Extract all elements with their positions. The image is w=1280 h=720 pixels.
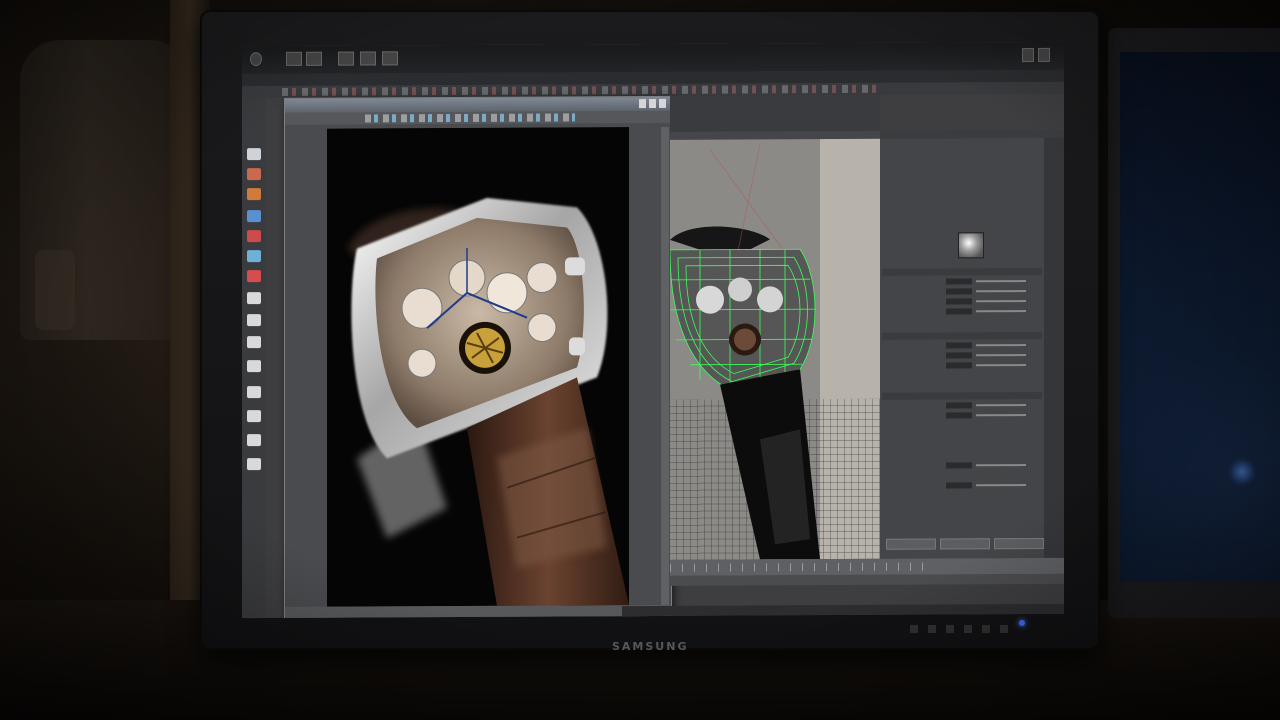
attr-row-11[interactable]: [884, 482, 1040, 490]
attr-slider[interactable]: [976, 464, 1026, 467]
close-icon[interactable]: [1038, 47, 1050, 62]
left-toolbox: [242, 98, 266, 619]
attr-slider[interactable]: [976, 280, 1026, 283]
scale-tool-icon[interactable]: [247, 250, 261, 263]
manipulator-tool-icon[interactable]: [247, 270, 261, 283]
attr-section-2[interactable]: [882, 331, 1042, 340]
material-swatch[interactable]: [958, 232, 984, 259]
attr-field[interactable]: [946, 288, 972, 295]
attr-slider[interactable]: [976, 310, 1026, 313]
layout-extra-icon[interactable]: [247, 458, 261, 471]
taskbar-button-2[interactable]: [306, 51, 322, 66]
attr-row-2[interactable]: [884, 288, 1040, 296]
monitor-control-buttons: [910, 625, 1010, 633]
layout-hypershade-icon[interactable]: [247, 410, 261, 423]
time-slider-ticks: [670, 562, 930, 572]
attr-row-8[interactable]: [884, 402, 1040, 410]
attr-field[interactable]: [946, 482, 972, 489]
rotate-tool-icon[interactable]: [247, 230, 261, 243]
render-canvas: [327, 127, 629, 607]
layout-four-icon[interactable]: [247, 314, 261, 327]
taskbar-button-1[interactable]: [286, 51, 302, 66]
select-tool-icon[interactable]: [247, 148, 261, 161]
attr-slider[interactable]: [976, 290, 1026, 293]
attr-row-6[interactable]: [884, 352, 1040, 360]
wireframe-watch-model: [670, 144, 820, 560]
attr-slider[interactable]: [976, 300, 1026, 303]
photo-scene: SAMSUNG: [0, 0, 1280, 720]
attr-row-3[interactable]: [884, 298, 1040, 306]
perspective-viewport[interactable]: [670, 138, 880, 560]
attr-row-4[interactable]: [884, 308, 1040, 316]
attr-button-2[interactable]: [940, 538, 990, 550]
attr-field[interactable]: [946, 342, 972, 349]
render-view-statusbar: [285, 604, 671, 619]
secondary-monitor-screen: [1120, 52, 1280, 582]
attr-section-3[interactable]: [882, 391, 1042, 400]
attr-row-10[interactable]: [884, 462, 1040, 470]
paint-tool-icon[interactable]: [247, 188, 261, 201]
attr-row-9[interactable]: [884, 412, 1040, 420]
attr-slider[interactable]: [976, 364, 1026, 367]
taskbar-button-4[interactable]: [360, 51, 376, 66]
attr-field[interactable]: [946, 352, 972, 359]
attr-button-1[interactable]: [886, 538, 936, 550]
start-orb-icon[interactable]: [250, 52, 262, 67]
attribute-editor-buttons: [886, 537, 1046, 550]
attr-slider[interactable]: [976, 484, 1026, 487]
app-titlebar: [242, 41, 1064, 75]
lasso-tool-icon[interactable]: [247, 168, 261, 181]
background-person-leg: [35, 250, 75, 330]
window-controls-icon[interactable]: [639, 98, 667, 109]
attr-slider[interactable]: [976, 404, 1026, 407]
rendered-watch-image: [327, 127, 629, 607]
attr-field[interactable]: [946, 278, 972, 285]
attr-slider[interactable]: [976, 354, 1026, 357]
layout-custom-icon[interactable]: [247, 434, 261, 447]
layout-graph-icon[interactable]: [247, 386, 261, 399]
taskbar-button-3[interactable]: [338, 51, 354, 66]
attr-slider[interactable]: [976, 414, 1026, 417]
attr-field[interactable]: [946, 308, 972, 315]
layout-two-icon[interactable]: [247, 336, 261, 349]
attr-row-7[interactable]: [884, 362, 1040, 370]
screen-glow-orb: [1228, 458, 1256, 486]
attr-button-3[interactable]: [994, 537, 1044, 550]
attr-slider[interactable]: [976, 344, 1026, 347]
attr-field[interactable]: [946, 462, 972, 469]
layout-single-icon[interactable]: [247, 292, 261, 305]
minimize-icon[interactable]: [1022, 48, 1034, 63]
range-slider[interactable]: [670, 573, 1064, 586]
render-view-window[interactable]: [284, 95, 672, 619]
power-led-icon: [1019, 620, 1025, 626]
monitor-brand-logo: SAMSUNG: [612, 640, 689, 653]
render-toolbar-icons[interactable]: [365, 113, 575, 123]
attr-row-5[interactable]: [884, 342, 1040, 350]
attr-row-1[interactable]: [884, 278, 1040, 286]
layout-outliner-icon[interactable]: [247, 360, 261, 373]
attr-field[interactable]: [946, 412, 972, 419]
taskbar-button-5[interactable]: [382, 51, 398, 66]
attr-section-1[interactable]: [882, 267, 1042, 276]
attr-field[interactable]: [946, 298, 972, 305]
attr-field[interactable]: [946, 402, 972, 409]
attribute-editor-side-tabs[interactable]: [1044, 137, 1064, 558]
attr-field[interactable]: [946, 362, 972, 369]
render-view-scrollbar[interactable]: [661, 126, 669, 605]
main-screen: [242, 41, 1064, 619]
move-tool-icon[interactable]: [247, 210, 261, 223]
viewport-toolbar: [670, 94, 880, 132]
